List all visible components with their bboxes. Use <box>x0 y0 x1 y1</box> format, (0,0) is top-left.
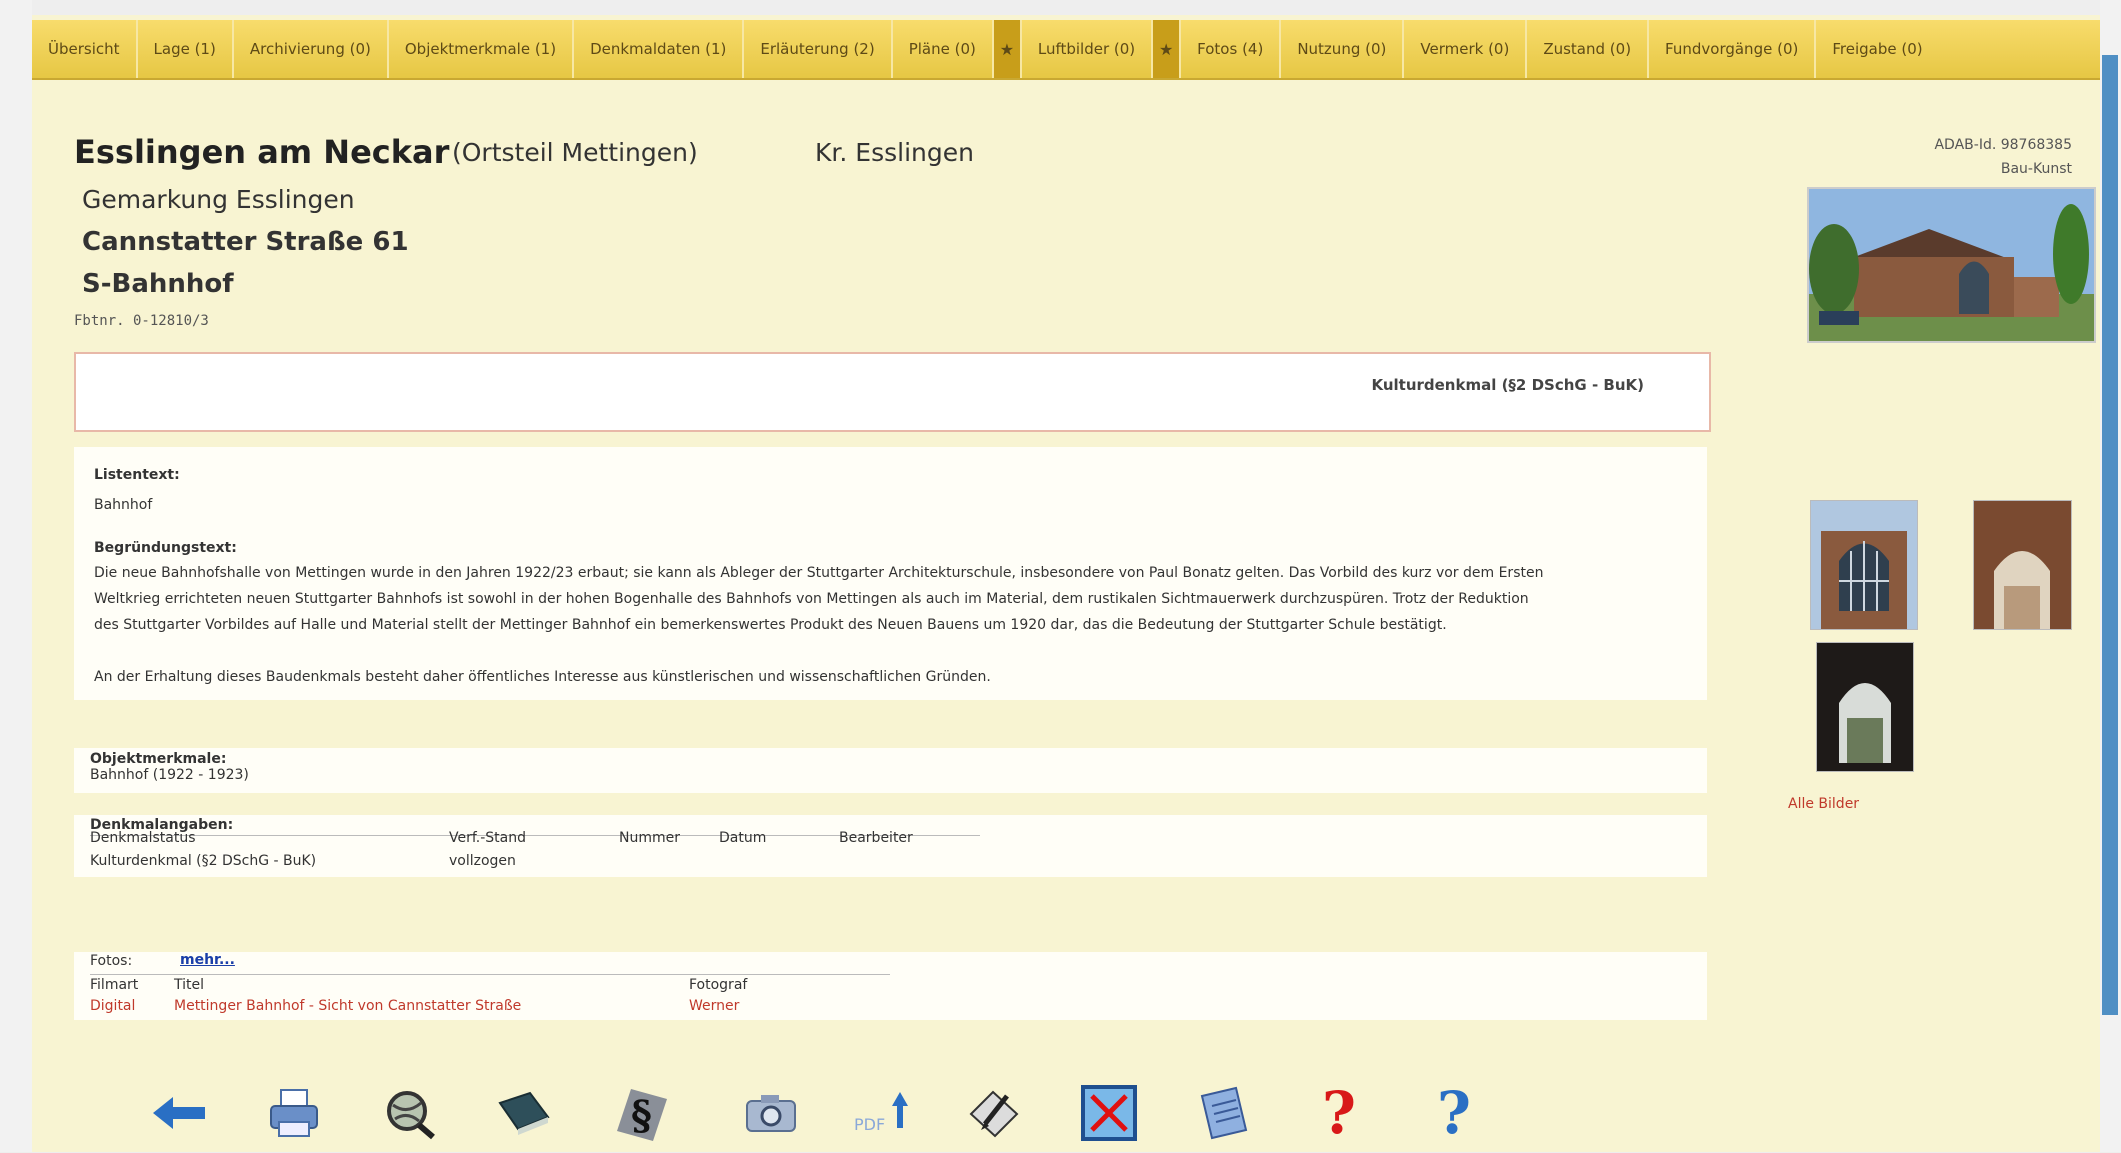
tab-uebersicht[interactable]: Übersicht <box>32 20 138 78</box>
objektmerkmale-panel: Objektmerkmale: Bahnhof (1922 - 1923) <box>74 748 1707 793</box>
printer-icon[interactable] <box>262 1081 326 1145</box>
record-page: Übersicht Lage (1) Archivierung (0) Obje… <box>32 15 2100 1152</box>
main-photo[interactable] <box>1807 187 2096 343</box>
kreis-label: Kr. Esslingen <box>815 138 974 167</box>
close-x-icon[interactable] <box>1077 1081 1141 1145</box>
tab-erlaeuterung[interactable]: Erläuterung (2) <box>744 20 893 78</box>
tab-vermerk[interactable]: Vermerk (0) <box>1404 20 1528 78</box>
help-blue-icon[interactable]: ? <box>1422 1079 1486 1147</box>
tab-nutzung[interactable]: Nutzung (0) <box>1281 20 1405 78</box>
tab-denkmaldaten[interactable]: Denkmaldaten (1) <box>574 20 745 78</box>
thumbnail-1[interactable] <box>1810 500 1918 630</box>
all-images-link[interactable]: Alle Bilder <box>1788 796 1859 812</box>
tab-freigabe[interactable]: Freigabe (0) <box>1816 20 1938 78</box>
begruendung-line: Weltkrieg errichteten neuen Stuttgarter … <box>94 591 1529 607</box>
camera-icon[interactable] <box>739 1081 803 1145</box>
action-toolbar: § PDF ? ? <box>147 1079 1517 1153</box>
row-fotograf: Werner <box>689 998 740 1014</box>
plaene-star-icon[interactable]: ★ <box>993 20 1022 78</box>
begruendung-text: Die neue Bahnhofshalle von Mettingen wur… <box>94 560 1694 638</box>
row-titel[interactable]: Mettinger Bahnhof - Sicht von Cannstatte… <box>174 993 521 1019</box>
fotos-more-link[interactable]: mehr... <box>180 952 235 968</box>
edit-pencil-icon[interactable] <box>962 1081 1026 1145</box>
row-denkmalstatus: Kulturdenkmal (§2 DSchG - BuK) <box>90 853 317 869</box>
svg-text:§: § <box>631 1092 652 1139</box>
denkmal-status: Kulturdenkmal (§2 DSchG - BuK) <box>1371 376 1644 394</box>
page-title-city: Esslingen am Neckar <box>74 133 450 171</box>
globe-search-icon[interactable] <box>377 1081 441 1145</box>
tab-luftbilder[interactable]: Luftbilder (0) <box>1022 20 1154 78</box>
fotos-label: Fotos: <box>90 953 133 969</box>
tab-lage[interactable]: Lage (1) <box>138 20 234 78</box>
tab-fundvorgaenge[interactable]: Fundvorgänge (0) <box>1649 20 1817 78</box>
begruendung-line: Die neue Bahnhofshalle von Mettingen wur… <box>94 565 1544 581</box>
adab-info: ADAB-Id. 98768385 Bau-Kunst <box>1752 133 2072 181</box>
foto-number: Fbtnr. 0-12810/3 <box>74 313 209 329</box>
gemarkung-label: Gemarkung Esslingen <box>82 185 355 214</box>
arrow-left-icon[interactable] <box>147 1081 211 1145</box>
tab-objektmerkmale[interactable]: Objektmerkmale (1) <box>389 20 575 78</box>
objektmerkmale-value: Bahnhof (1922 - 1923) <box>90 767 249 783</box>
thumbnail-3[interactable] <box>1816 642 1914 772</box>
help-blue-glyph: ? <box>1437 1079 1471 1147</box>
listentext-value: Bahnhof <box>94 497 153 513</box>
category-label: Bau-Kunst <box>2000 161 2072 177</box>
listentext-label: Listentext: <box>94 467 180 483</box>
fotos-panel: Fotos: mehr... Filmart Titel Fotograf Di… <box>74 952 1707 1020</box>
window-edge <box>2102 55 2118 1015</box>
ortsteil-label: (Ortsteil Mettingen) <box>452 138 698 167</box>
divider <box>90 974 890 975</box>
pdf-label: PDF <box>854 1115 885 1134</box>
help-red-glyph: ? <box>1322 1079 1356 1147</box>
begruendung-closing: An der Erhaltung dieses Baudenkmals best… <box>94 669 991 685</box>
adab-id: ADAB-Id. 98768385 <box>1934 137 2072 153</box>
tab-zustand[interactable]: Zustand (0) <box>1527 20 1650 78</box>
notepad-icon[interactable] <box>1192 1081 1256 1145</box>
row-verf-stand: vollzogen <box>449 853 516 869</box>
tab-archivierung[interactable]: Archivierung (0) <box>234 20 389 78</box>
object-name: S-Bahnhof <box>82 269 234 299</box>
tab-fotos[interactable]: Fotos (4) <box>1181 20 1282 78</box>
row-filmart: Digital <box>90 998 136 1014</box>
thumbnail-2[interactable] <box>1973 500 2072 630</box>
status-box: Kulturdenkmal (§2 DSchG - BuK) <box>74 352 1711 432</box>
col-bearbeiter: Bearbeiter <box>839 830 913 846</box>
col-datum: Datum <box>719 830 767 846</box>
street-address: Cannstatter Straße 61 <box>82 227 409 257</box>
text-panel: Listentext: Bahnhof Begründungstext: Die… <box>74 447 1707 700</box>
paragraph-icon[interactable]: § <box>609 1081 673 1145</box>
col-nummer: Nummer <box>619 830 680 846</box>
book-icon[interactable] <box>492 1081 556 1145</box>
luftbilder-star-icon[interactable]: ★ <box>1153 20 1182 78</box>
background-left <box>0 0 32 1152</box>
tab-plaene[interactable]: Pläne (0) <box>893 20 994 78</box>
begruendung-line: des Stuttgarter Vorbildes auf Halle und … <box>94 617 1447 633</box>
pdf-upload-icon[interactable]: PDF <box>847 1081 927 1145</box>
help-red-icon[interactable]: ? <box>1307 1079 1371 1147</box>
tab-navigation: Übersicht Lage (1) Archivierung (0) Obje… <box>32 20 2100 80</box>
begruendung-label: Begründungstext: <box>94 540 237 556</box>
denkmalangaben-panel: Denkmalangaben: Denkmalstatus Verf.-Stan… <box>74 815 1707 877</box>
